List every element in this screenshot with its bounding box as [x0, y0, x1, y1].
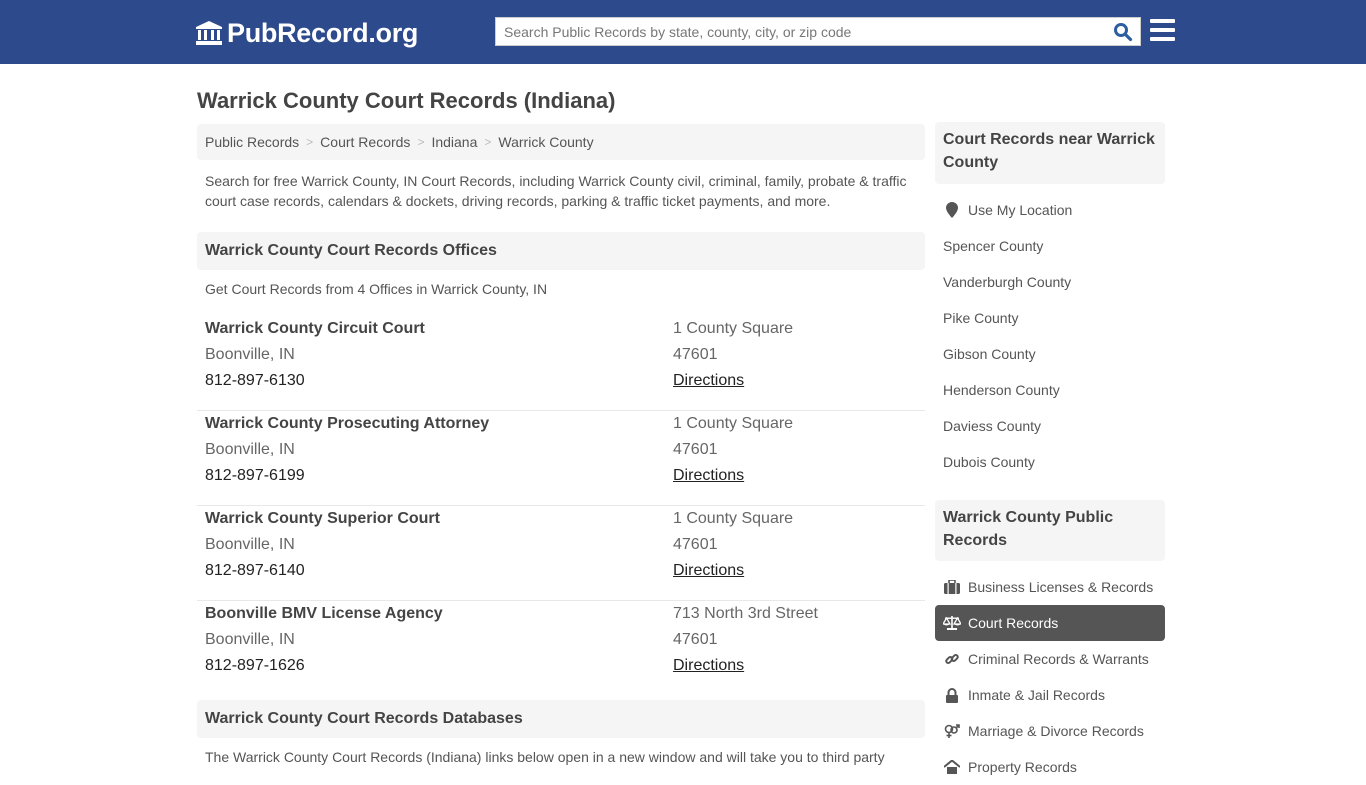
directions-link[interactable]: Directions — [673, 562, 744, 579]
public-records-heading: Warrick County Public Records — [935, 500, 1165, 561]
nearby-county-link[interactable]: Spencer County — [935, 228, 1165, 264]
scale-icon — [943, 615, 961, 631]
intro-text: Search for free Warrick County, IN Court… — [205, 173, 907, 209]
office-card: Warrick County Superior Court Boonville,… — [197, 506, 925, 601]
public-records-label: Inmate & Jail Records — [968, 687, 1105, 703]
public-records-label: Property Records — [968, 759, 1077, 775]
public-records-link-court[interactable]: Court Records — [935, 605, 1165, 641]
nearby-county-link[interactable]: Dubois County — [935, 444, 1165, 480]
public-records-label: Criminal Records & Warrants — [968, 651, 1149, 667]
office-card: Boonville BMV License Agency Boonville, … — [197, 601, 925, 696]
office-card: Warrick County Prosecuting Attorney Boon… — [197, 411, 925, 506]
office-phone[interactable]: 812-897-1626 — [205, 653, 443, 679]
briefcase-icon — [943, 579, 961, 595]
nearby-county-link[interactable]: Gibson County — [935, 336, 1165, 372]
hamburger-menu-icon[interactable] — [1150, 19, 1176, 43]
office-zip: 47601 — [673, 346, 718, 363]
nearby-county-link[interactable]: Henderson County — [935, 372, 1165, 408]
office-name: Warrick County Prosecuting Attorney — [205, 415, 490, 432]
use-my-location-label: Use My Location — [968, 202, 1073, 218]
public-records-label: Business Licenses & Records — [968, 579, 1154, 595]
breadcrumb-separator: > — [306, 135, 314, 149]
public-records-link-inmate[interactable]: Inmate & Jail Records — [935, 677, 1165, 713]
nearby-county-link[interactable]: Pike County — [935, 300, 1165, 336]
office-address: 713 North 3rd Street — [673, 605, 818, 622]
office-zip: 47601 — [673, 441, 718, 458]
search-button[interactable] — [1106, 18, 1140, 45]
directions-link[interactable]: Directions — [673, 372, 744, 389]
public-records-link-business[interactable]: Business Licenses & Records — [935, 569, 1165, 605]
breadcrumb-separator: > — [484, 135, 492, 149]
breadcrumb-court-records[interactable]: Court Records — [320, 134, 410, 150]
map-marker-icon — [943, 202, 961, 218]
breadcrumb-public-records[interactable]: Public Records — [205, 134, 299, 150]
courthouse-icon — [196, 21, 222, 45]
public-records-link-marriage[interactable]: Marriage & Divorce Records — [935, 713, 1165, 749]
office-name: Warrick County Circuit Court — [205, 320, 425, 337]
lock-icon — [943, 687, 961, 703]
office-phone[interactable]: 812-897-6140 — [205, 558, 440, 584]
office-city: Boonville, IN — [205, 536, 295, 553]
office-address: 1 County Square — [673, 320, 794, 337]
site-logo[interactable]: PubRecord.org — [195, 16, 418, 50]
directions-link[interactable]: Directions — [673, 467, 744, 484]
search-icon — [1114, 22, 1133, 41]
search-input[interactable] — [496, 18, 1106, 45]
page-title: Warrick County Court Records (Indiana) — [197, 88, 616, 113]
top-navbar: PubRecord.org — [0, 0, 1366, 64]
office-name: Warrick County Superior Court — [205, 510, 440, 527]
directions-link[interactable]: Directions — [673, 657, 744, 674]
public-records-link-property[interactable]: Property Records — [935, 749, 1165, 785]
office-city: Boonville, IN — [205, 441, 295, 458]
public-records-label: Marriage & Divorce Records — [968, 723, 1144, 739]
office-zip: 47601 — [673, 631, 718, 648]
home-icon — [943, 759, 961, 775]
public-records-link-criminal[interactable]: Criminal Records & Warrants — [935, 641, 1165, 677]
breadcrumb: Public Records > Court Records > Indiana… — [197, 124, 925, 160]
public-records-label: Court Records — [968, 615, 1059, 631]
offices-heading: Warrick County Court Records Offices — [197, 232, 925, 270]
offices-subheading: Get Court Records from 4 Offices in Warr… — [205, 281, 548, 297]
nearby-county-link[interactable]: Daviess County — [935, 408, 1165, 444]
breadcrumb-separator: > — [417, 135, 425, 149]
logo-text: PubRecord.org — [227, 17, 419, 48]
office-address: 1 County Square — [673, 415, 794, 432]
nearby-county-link[interactable]: Vanderburgh County — [935, 264, 1165, 300]
gender-icon — [943, 723, 961, 739]
use-my-location-link[interactable]: Use My Location — [935, 192, 1165, 228]
breadcrumb-warrick-county[interactable]: Warrick County — [498, 134, 593, 150]
office-city: Boonville, IN — [205, 631, 295, 648]
office-zip: 47601 — [673, 536, 718, 553]
office-phone[interactable]: 812-897-6199 — [205, 463, 489, 489]
office-address: 1 County Square — [673, 510, 794, 527]
office-city: Boonville, IN — [205, 346, 295, 363]
office-card: Warrick County Circuit Court Boonville, … — [197, 316, 925, 411]
nearby-heading: Court Records near Warrick County — [935, 122, 1165, 184]
breadcrumb-indiana[interactable]: Indiana — [431, 134, 477, 150]
databases-heading: Warrick County Court Records Databases — [197, 700, 925, 738]
office-phone[interactable]: 812-897-6130 — [205, 368, 425, 394]
databases-text: The Warrick County Court Records (Indian… — [205, 749, 885, 765]
office-name: Boonville BMV License Agency — [205, 605, 443, 622]
link-icon — [943, 651, 961, 667]
search-bar — [495, 17, 1141, 46]
